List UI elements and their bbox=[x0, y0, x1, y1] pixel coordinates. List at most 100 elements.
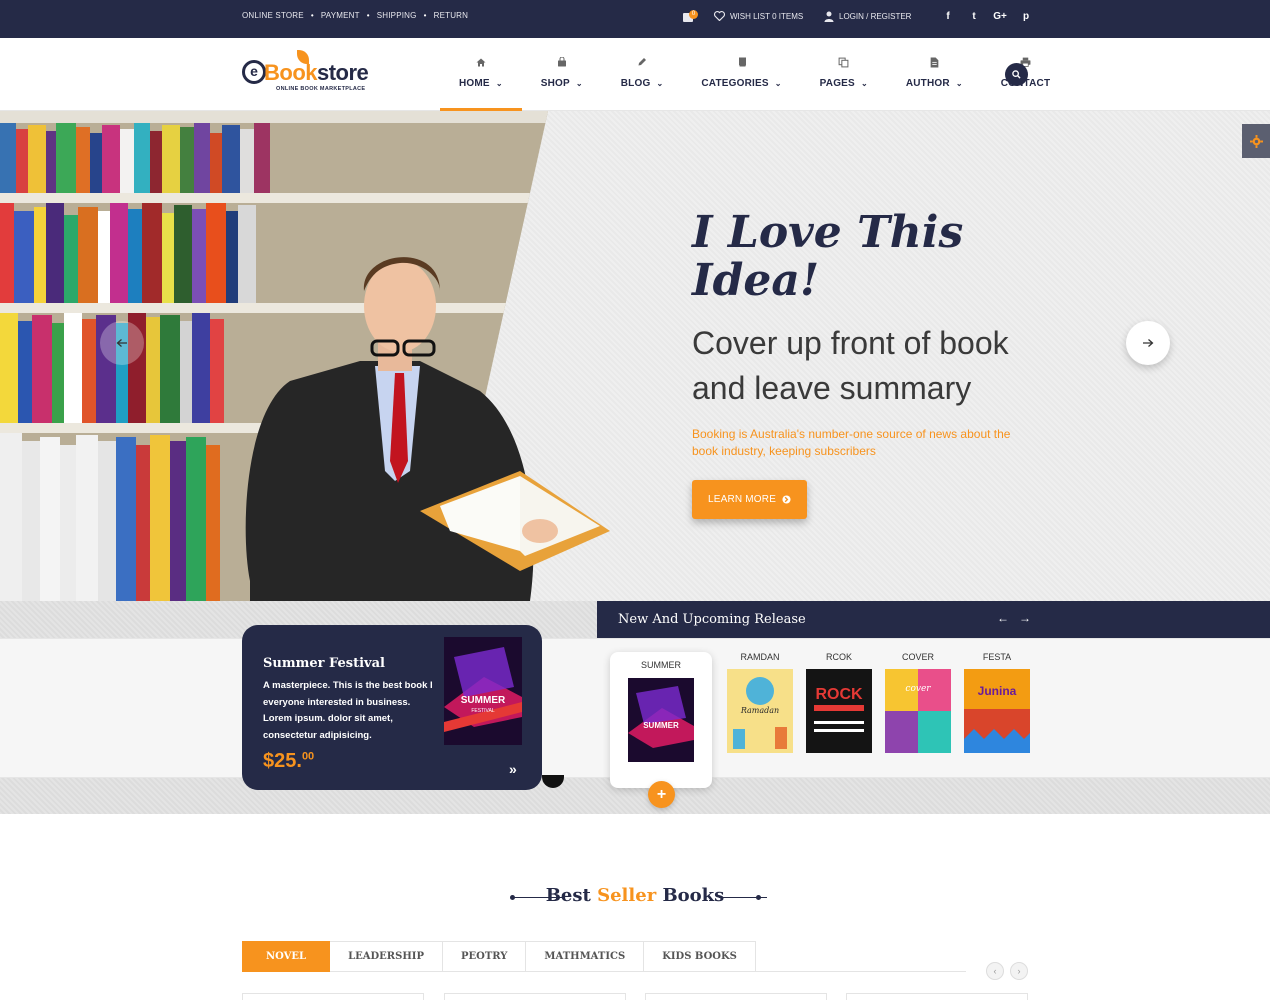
release-item-festa[interactable]: FESTA Junina bbox=[964, 652, 1030, 758]
facebook-icon[interactable]: f bbox=[935, 11, 961, 22]
carousel-next-button[interactable]: › bbox=[1010, 962, 1028, 980]
tab-novel[interactable]: NOVEL bbox=[242, 941, 331, 972]
cart-icon[interactable]: 0 bbox=[683, 10, 698, 23]
book-card[interactable] bbox=[242, 993, 424, 1000]
slider-next-button[interactable] bbox=[1126, 321, 1170, 365]
logo-tagline: ONLINE BOOK MARKETPLACE bbox=[276, 86, 366, 92]
book-icon bbox=[736, 56, 748, 68]
chevron-down-icon: ⌄ bbox=[774, 79, 782, 88]
wishlist-link[interactable]: WISH LIST 0 ITEMS bbox=[714, 11, 803, 21]
chevron-right-icon: › bbox=[1017, 966, 1021, 976]
release-item-summer[interactable]: SUMMER SUMMER bbox=[610, 660, 712, 767]
nav-home[interactable]: HOME ⌄ bbox=[440, 38, 522, 111]
cart-count-badge: 0 bbox=[689, 10, 698, 19]
featured-book-card[interactable]: Summer Festival A masterpiece. This is t… bbox=[242, 625, 542, 790]
book-card[interactable] bbox=[444, 993, 626, 1000]
learn-more-button[interactable]: LEARN MORE bbox=[692, 480, 807, 519]
nav-home-label: HOME bbox=[459, 78, 490, 89]
twitter-icon[interactable]: t bbox=[961, 11, 987, 22]
top-link-payment[interactable]: PAYMENT bbox=[321, 11, 360, 20]
separator-dot: • bbox=[366, 11, 370, 20]
release-heading: New And Upcoming Release bbox=[618, 612, 806, 627]
release-cover-design: cover bbox=[885, 669, 951, 753]
login-label: LOGIN / REGISTER bbox=[839, 12, 912, 21]
copy-icon bbox=[838, 56, 850, 68]
chevron-down-icon: ⌄ bbox=[860, 79, 868, 88]
featured-book-title: Summer Festival bbox=[263, 656, 385, 671]
top-link-online-store[interactable]: ONLINE STORE bbox=[242, 11, 304, 20]
nav-blog-label: BLOG bbox=[620, 78, 651, 89]
release-item-label: RAMDAN bbox=[740, 652, 780, 662]
carousel-prev-button[interactable]: ‹ bbox=[986, 962, 1004, 980]
svg-text:FESTIVAL: FESTIVAL bbox=[471, 708, 494, 714]
pinterest-icon[interactable]: p bbox=[1013, 11, 1039, 22]
release-item-rcok[interactable]: RCOK ROCK bbox=[806, 652, 872, 758]
tabs-underline bbox=[704, 971, 966, 972]
chevron-left-icon: ‹ bbox=[993, 966, 997, 976]
pencil-icon bbox=[636, 56, 648, 68]
release-item-label: COVER bbox=[901, 652, 934, 662]
top-link-return[interactable]: RETURN bbox=[434, 11, 469, 20]
logo-wordmark: Bookstore bbox=[264, 60, 369, 85]
nav-shop-label: SHOP bbox=[540, 78, 570, 89]
slider-prev-button[interactable] bbox=[100, 321, 144, 365]
release-next-arrow[interactable]: → bbox=[1019, 611, 1031, 625]
main-nav: HOME ⌄ SHOP ⌄ BLOG ⌄ CATEGORIES ⌄ PAGES ⌄ AUT… bbox=[440, 38, 1069, 111]
release-item-label: RCOK bbox=[825, 652, 852, 662]
nav-shop[interactable]: SHOP ⌄ bbox=[522, 38, 602, 111]
release-cover-summer: SUMMER bbox=[628, 678, 694, 762]
chevron-down-icon: ⌄ bbox=[575, 79, 583, 88]
tab-kids-books[interactable]: KIDS BOOKS bbox=[644, 941, 756, 972]
book-card[interactable] bbox=[846, 993, 1028, 1000]
plus-icon: + bbox=[656, 785, 667, 803]
svg-text:cover: cover bbox=[905, 684, 931, 694]
tab-mathmatics[interactable]: MATHMATICS bbox=[526, 941, 645, 972]
svg-text:SUMMER: SUMMER bbox=[643, 721, 679, 730]
logo-e-mark: e bbox=[242, 60, 266, 84]
release-item-label: FESTA bbox=[982, 652, 1012, 662]
release-prev-arrow[interactable]: ← bbox=[997, 611, 1009, 625]
hero-image-man-reading bbox=[0, 111, 610, 601]
book-card[interactable] bbox=[645, 993, 827, 1000]
top-link-shipping[interactable]: SHIPPING bbox=[377, 11, 417, 20]
heart-icon bbox=[714, 11, 725, 21]
wishlist-label: WISH LIST 0 ITEMS bbox=[730, 11, 804, 21]
double-chevron-right-icon[interactable]: » bbox=[509, 761, 517, 777]
main-header: e Bookstore ONLINE BOOK MARKETPLACE HOME… bbox=[0, 38, 1270, 111]
site-logo[interactable]: e Bookstore ONLINE BOOK MARKETPLACE bbox=[242, 50, 377, 96]
release-cover-rock: ROCK bbox=[806, 669, 872, 753]
hero-slider: I Love This Idea! Cover up front of book… bbox=[0, 111, 1270, 601]
google-plus-icon[interactable]: G+ bbox=[987, 11, 1013, 22]
svg-text:Junina: Junina bbox=[978, 684, 1017, 698]
svg-text:Ramadan: Ramadan bbox=[740, 706, 779, 715]
release-item-ramdan[interactable]: RAMDAN Ramadan bbox=[727, 652, 793, 758]
featured-book-description: A masterpiece. This is the best book I e… bbox=[263, 680, 433, 741]
featured-book-price: $25.00 bbox=[263, 750, 315, 772]
tab-leadership[interactable]: LEADERSHIP bbox=[330, 941, 443, 972]
release-cover-ramdan: Ramadan bbox=[727, 669, 793, 753]
nav-pages-label: PAGES bbox=[819, 78, 855, 89]
book-category-tabs: NOVEL LEADERSHIP PEOTRY MATHMATICS KIDS … bbox=[242, 941, 756, 972]
tab-peotry[interactable]: PEOTRY bbox=[442, 941, 527, 972]
nav-pages[interactable]: PAGES ⌄ bbox=[801, 38, 887, 111]
nav-blog[interactable]: BLOG ⌄ bbox=[602, 38, 683, 111]
nav-categories[interactable]: CATEGORIES ⌄ bbox=[682, 38, 800, 111]
chevron-down-icon: ⌄ bbox=[955, 79, 963, 88]
svg-text:SUMMER: SUMMER bbox=[461, 695, 506, 706]
nav-author[interactable]: AUTHOR ⌄ bbox=[887, 38, 982, 111]
title-decoration-dot bbox=[756, 895, 761, 900]
add-release-button[interactable]: + bbox=[648, 781, 675, 808]
hero-subtitle: Cover up front of book and leave summary bbox=[692, 325, 1009, 406]
release-item-cover[interactable]: COVER cover bbox=[885, 652, 951, 758]
learn-more-label: LEARN MORE bbox=[707, 494, 777, 505]
settings-panel-toggle[interactable] bbox=[1242, 124, 1270, 158]
best-seller-title: Best Seller Books bbox=[545, 885, 725, 906]
home-icon bbox=[475, 56, 487, 68]
document-icon bbox=[928, 56, 940, 68]
hero-text: Booking is Australia's number-one source… bbox=[692, 427, 1011, 458]
summer-festival-cover: SUMMER FESTIVAL bbox=[444, 637, 522, 745]
search-button[interactable] bbox=[1005, 63, 1028, 86]
release-header: New And Upcoming Release ← → bbox=[597, 601, 1270, 638]
user-icon bbox=[824, 11, 834, 22]
login-register-link[interactable]: LOGIN / REGISTER bbox=[824, 11, 911, 22]
